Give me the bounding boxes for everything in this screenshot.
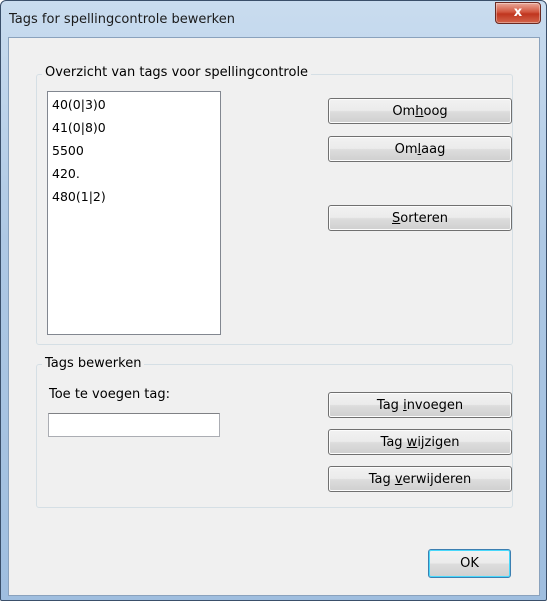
- list-item[interactable]: 480(1|2): [52, 189, 106, 204]
- insert-label-start: Tag: [376, 398, 404, 413]
- window-title: Tags for spellingcontrole bewerken: [9, 12, 235, 27]
- change-accel: w: [406, 435, 418, 450]
- move-down-label-start: Om: [394, 142, 418, 157]
- delete-tag-button[interactable]: Tag verwijderen: [328, 466, 512, 492]
- list-item[interactable]: 41(0|8)0: [52, 120, 106, 135]
- dialog-window: Tags for spellingcontrole bewerken x Ove…: [0, 0, 547, 601]
- delete-accel: v: [394, 472, 403, 487]
- delete-label-end: erwijderen: [402, 472, 472, 487]
- list-item[interactable]: 5500: [52, 143, 84, 158]
- insert-label-end: nvoegen: [406, 398, 464, 413]
- sort-button[interactable]: Sorteren: [328, 205, 512, 231]
- add-tag-input[interactable]: [48, 413, 220, 437]
- tag-list[interactable]: 40(0|3)0 41(0|8)0 5500 420. 480(1|2): [47, 91, 221, 335]
- add-tag-label: Toe te voegen tag:: [49, 387, 171, 402]
- change-tag-button[interactable]: Tag wijzigen: [328, 429, 512, 455]
- move-up-label-end: oog: [423, 104, 448, 119]
- edit-legend: Tags bewerken: [42, 356, 145, 371]
- change-label-start: Tag: [380, 435, 407, 450]
- move-down-button[interactable]: Omlaag: [328, 136, 512, 162]
- close-button[interactable]: x: [495, 2, 541, 24]
- title-bar[interactable]: Tags for spellingcontrole bewerken x: [1, 1, 546, 37]
- move-up-label-start: Om: [392, 104, 416, 119]
- change-label-end: ijzigen: [417, 435, 460, 450]
- move-up-button[interactable]: Omhoog: [328, 98, 512, 124]
- insert-tag-button[interactable]: Tag invoegen: [328, 392, 512, 418]
- close-icon: x: [513, 5, 523, 20]
- ok-button[interactable]: OK: [428, 549, 511, 578]
- dialog-client-area: Overzicht van tags voor spellingcontrole…: [8, 37, 540, 596]
- delete-label-start: Tag: [368, 472, 395, 487]
- sort-label-end: orteren: [400, 211, 448, 226]
- list-item[interactable]: 40(0|3)0: [52, 97, 106, 112]
- move-down-label-end: aag: [421, 142, 446, 157]
- overview-legend: Overzicht van tags voor spellingcontrole: [42, 65, 312, 80]
- list-item[interactable]: 420.: [52, 166, 80, 181]
